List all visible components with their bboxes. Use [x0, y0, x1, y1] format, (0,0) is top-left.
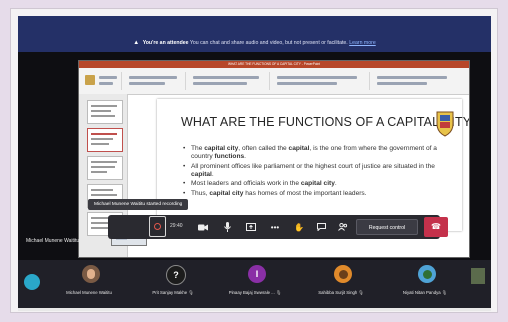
- speaker-name: Michael Munene Waititu: [26, 238, 80, 244]
- ribbon-group: [273, 72, 370, 90]
- more-icon: •••: [270, 222, 280, 232]
- request-control-button[interactable]: Request control: [356, 219, 418, 235]
- ribbon-line: [277, 76, 357, 79]
- ribbon-line: [99, 82, 113, 85]
- hang-up-button[interactable]: ☎: [424, 217, 448, 237]
- participant-name: Niyati Nitan Pandya🎙: [402, 290, 448, 295]
- participant-tile[interactable]: I Pinaay Bajaj Swwrale ...🎙: [214, 260, 296, 308]
- banner-title: You're an attendee: [142, 40, 189, 46]
- mic-icon: [223, 222, 231, 232]
- ribbon-group: [373, 72, 467, 90]
- ribbon-line: [99, 76, 117, 79]
- avatar: I: [248, 265, 266, 283]
- record-icon: [154, 223, 161, 230]
- top-band: ▲ You're an attendee You can chat and sh…: [18, 16, 491, 52]
- participant-tile[interactable]: Niyati Nitan Pandya🎙: [384, 260, 466, 308]
- people-icon: [338, 223, 348, 231]
- chat-icon: [316, 223, 326, 231]
- bullet-item: Thus, capital city has homes of most the…: [183, 190, 445, 198]
- ribbon-line: [277, 82, 337, 85]
- share-button[interactable]: [242, 218, 260, 236]
- participant-name: Michael Munene Waititu: [66, 290, 112, 295]
- participant-tile[interactable]: Sahibba Surjit Singh🎙: [300, 260, 382, 308]
- app-icon: [24, 274, 40, 290]
- bullet-item: All prominent offices like parliament or…: [183, 163, 445, 179]
- share-icon: [246, 223, 256, 231]
- video-thumbnail: [471, 268, 485, 284]
- recording-tooltip: Michael Munene Waititu started recording: [88, 199, 189, 210]
- avatar: [418, 265, 436, 283]
- learn-more-link[interactable]: Learn more: [349, 40, 376, 46]
- ribbon-line: [129, 82, 165, 85]
- ribbon-line: [377, 82, 427, 85]
- taskbar-strip: [18, 308, 491, 311]
- participant-tile[interactable]: Michael Munene Waititu: [48, 260, 130, 308]
- camera-button[interactable]: [194, 218, 212, 236]
- current-slide: WHAT ARE THE FUNCTIONS OF A CAPITAL CITY…: [157, 99, 469, 231]
- call-controls-bar: 29:40 ••• ✋ Request control ☎: [108, 215, 448, 239]
- ribbon-line: [193, 82, 247, 85]
- slide-title: WHAT ARE THE FUNCTIONS OF A CAPITAL CITY…: [181, 115, 470, 129]
- mic-button[interactable]: [218, 218, 236, 236]
- bullet-item: The capital city, often called the capit…: [183, 145, 445, 161]
- slide-bullets: The capital city, often called the capit…: [183, 145, 445, 199]
- participant-name: Sahibba Surjit Singh🎙: [318, 290, 364, 295]
- more-button[interactable]: •••: [266, 218, 284, 236]
- mic-muted-icon: 🎙: [358, 290, 364, 295]
- ppt-ribbon: [79, 68, 469, 95]
- avatar: ?: [166, 265, 186, 285]
- camera-icon: [198, 224, 208, 230]
- ribbon-line: [377, 76, 447, 79]
- crest-icon: [436, 111, 454, 137]
- chat-button[interactable]: [312, 218, 330, 236]
- participant-tile[interactable]: ? Prit Sanjay Makhe🎙: [132, 260, 214, 308]
- participant-name: Pinaay Bajaj Swwrale ...🎙: [228, 290, 282, 295]
- bullet-item: Most leaders and officials work in the c…: [183, 180, 445, 188]
- slide-thumbnail-selected[interactable]: [87, 128, 123, 152]
- banner-text: You can chat and share audio and video, …: [189, 40, 348, 46]
- avatar: [334, 265, 352, 283]
- hand-icon: ✋: [294, 222, 304, 232]
- hangup-icon: ☎: [431, 222, 441, 231]
- ribbon-group: [81, 72, 122, 90]
- ribbon-group: [125, 72, 186, 90]
- ribbon-line: [129, 76, 177, 79]
- mic-muted-icon: 🎙: [275, 290, 282, 295]
- attendee-banner: ▲ You're an attendee You can chat and sh…: [18, 40, 491, 46]
- participant-name: Prit Sanjay Makhe🎙: [152, 290, 194, 295]
- slide-thumbnail[interactable]: [87, 100, 123, 124]
- warning-icon: ▲: [133, 40, 140, 46]
- people-button[interactable]: [334, 218, 352, 236]
- slide-thumbnail[interactable]: [87, 156, 123, 180]
- call-timer: 29:40: [170, 223, 183, 229]
- raise-hand-button[interactable]: ✋: [290, 218, 308, 236]
- avatar: [82, 265, 100, 283]
- mic-muted-icon: 🎙: [188, 290, 194, 295]
- mic-muted-icon: 🎙: [441, 290, 448, 295]
- ribbon-group: [189, 72, 270, 90]
- meeting-window: ▲ You're an attendee You can chat and sh…: [18, 16, 491, 308]
- ppt-window-title: WHAT ARE THE FUNCTIONS OF A CAPITAL CITY…: [79, 61, 469, 68]
- record-button[interactable]: [149, 216, 166, 237]
- participants-strip: Michael Munene Waititu ? Prit Sanjay Mak…: [18, 260, 491, 308]
- ribbon-line: [193, 76, 259, 79]
- paste-icon: [85, 75, 95, 85]
